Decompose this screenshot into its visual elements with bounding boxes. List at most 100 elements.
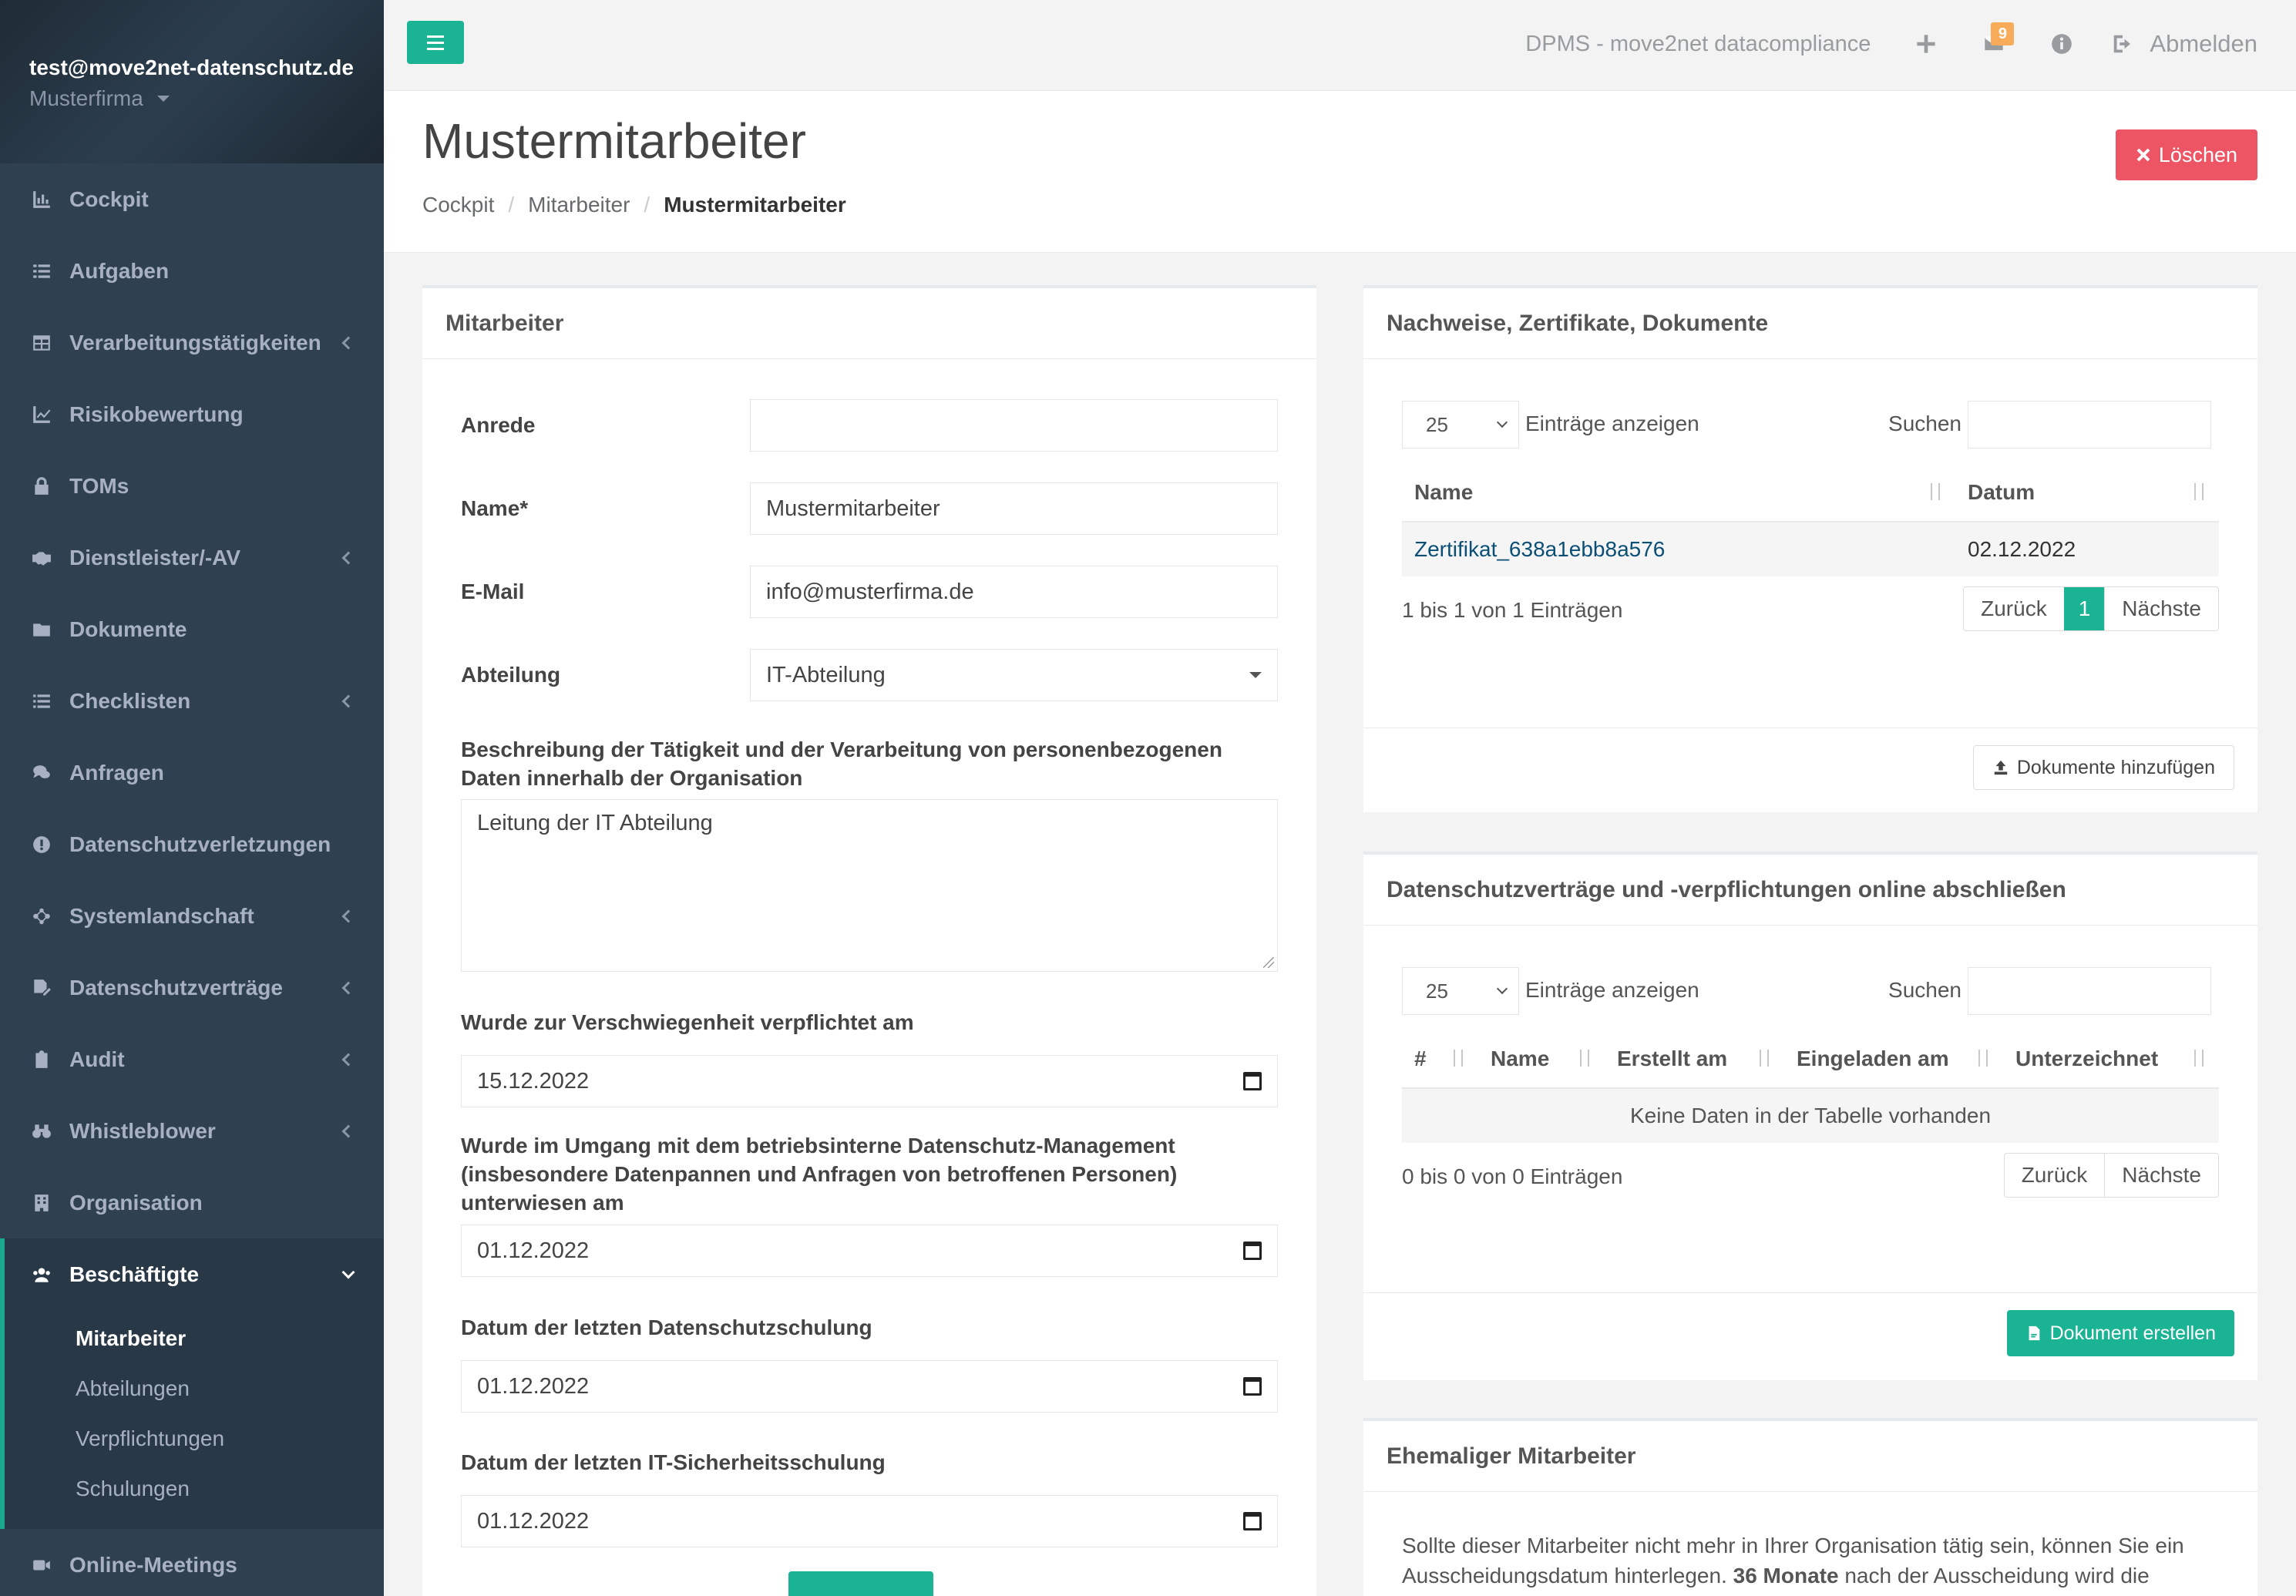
exclamation-circle-icon xyxy=(31,834,52,855)
calendar-icon[interactable] xyxy=(1243,1377,1262,1396)
logout-button[interactable]: Abmelden xyxy=(2111,30,2257,58)
sidebar-item-whistleblower[interactable]: Whistleblower xyxy=(0,1095,384,1167)
column-header-name[interactable]: Name xyxy=(1402,463,1955,522)
contracts-panel: Datenschutzverträge und -verpflichtungen… xyxy=(1363,852,2257,1380)
documents-search-input[interactable] xyxy=(1968,401,2211,449)
email-row: E-Mail info@musterfirma.de xyxy=(461,566,1278,618)
sidebar-item-cockpit[interactable]: Cockpit xyxy=(0,163,384,235)
chevron-left-icon xyxy=(341,336,355,349)
delete-button[interactable]: Löschen xyxy=(2115,129,2257,180)
resize-grip-icon[interactable] xyxy=(1263,957,1274,968)
sidebar-item-dienstleister-av[interactable]: Dienstleister/-AV xyxy=(0,522,384,593)
sidebar-item-checklisten[interactable]: Checklisten xyxy=(0,665,384,737)
sidebar-item-anfragen[interactable]: Anfragen xyxy=(0,737,384,808)
former-employee-text: Sollte dieser Mitarbeiter nicht mehr in … xyxy=(1402,1530,2219,1596)
sort-icon xyxy=(2190,483,2210,503)
table-row: Zertifikat_638a1ebb8a576 02.12.2022 xyxy=(1402,522,2219,576)
breadcrumb-current: Mustermitarbeiter xyxy=(664,193,846,217)
pagination-prev-button[interactable]: Zurück xyxy=(2005,1154,2105,1197)
messages-button[interactable]: 9 xyxy=(1975,22,2015,62)
sidebar-item-label: Anfragen xyxy=(69,760,164,785)
column-header-label: Unterzeichnet xyxy=(2015,1047,2159,1070)
company-name: Musterfirma xyxy=(29,86,143,110)
documents-info: 1 bis 1 von 1 Einträgen xyxy=(1402,598,1623,622)
contracts-search-input[interactable] xyxy=(1968,967,2211,1015)
sidebar-item-dokumente[interactable]: Dokumente xyxy=(0,593,384,665)
calendar-icon[interactable] xyxy=(1243,1072,1262,1090)
sidebar-item-label: Risikobewertung xyxy=(69,402,244,426)
department-select[interactable]: IT-Abteilung xyxy=(750,649,1278,701)
subnav-item[interactable]: Mitarbeiter xyxy=(5,1313,384,1363)
subnav-item[interactable]: Abteilungen xyxy=(5,1363,384,1413)
add-button[interactable] xyxy=(1908,25,1945,62)
email-input[interactable]: info@musterfirma.de xyxy=(750,566,1278,618)
column-header-name[interactable]: Name xyxy=(1478,1030,1605,1088)
sidebar-item-datenschutzverträge[interactable]: Datenschutzverträge xyxy=(0,952,384,1023)
breadcrumb-cockpit[interactable]: Cockpit xyxy=(422,193,494,217)
empty-table-message: Keine Daten in der Tabelle vorhanden xyxy=(1402,1089,2219,1143)
email-label: E-Mail xyxy=(461,580,525,603)
sign-out-icon xyxy=(2114,35,2131,53)
sidebar-item-audit[interactable]: Audit xyxy=(0,1023,384,1095)
sidebar-item-organisation[interactable]: Organisation xyxy=(0,1167,384,1238)
sidebar-item-verarbeitungstätigkeiten[interactable]: Verarbeitungstätigkeiten xyxy=(0,307,384,378)
security-training-date-input[interactable]: 01.12.2022 xyxy=(461,1495,1278,1547)
column-header-label: Datum xyxy=(1968,480,2035,504)
sidebar-item-risikobewertung[interactable]: Risikobewertung xyxy=(0,378,384,450)
column-header-number[interactable]: # xyxy=(1402,1030,1478,1088)
create-document-button[interactable]: Dokument erstellen xyxy=(2006,1310,2234,1356)
calendar-icon[interactable] xyxy=(1243,1242,1262,1260)
handshake-icon xyxy=(31,547,52,569)
name-input[interactable]: Mustermitarbeiter xyxy=(750,482,1278,535)
sidebar-item-label: Datenschutzverletzungen xyxy=(69,832,331,856)
contracts-panel-footer: Dokument erstellen xyxy=(1363,1292,2257,1380)
pagination-next-button[interactable]: Nächste xyxy=(2104,587,2218,630)
company-switcher[interactable]: Musterfirma xyxy=(29,86,384,111)
breadcrumb-mitarbeiter[interactable]: Mitarbeiter xyxy=(528,193,630,217)
add-documents-button[interactable]: Dokumente hinzufügen xyxy=(1972,745,2234,790)
column-header-signed[interactable]: Unterzeichnet xyxy=(2003,1030,2219,1088)
sidebar-item-label: Audit xyxy=(69,1047,125,1071)
pagination-next-button[interactable]: Nächste xyxy=(2104,1154,2218,1197)
sidebar-item-beschäftigte[interactable]: Beschäftigte xyxy=(0,1238,384,1310)
documents-length-select[interactable]: 25 xyxy=(1402,401,1519,449)
column-header-invited[interactable]: Eingeladen am xyxy=(1784,1030,2003,1088)
menu-toggle-button[interactable] xyxy=(407,21,464,64)
pagination-page-1[interactable]: 1 xyxy=(2063,587,2105,630)
contracts-table-header: # Name Erstellt am Eingeladen am Unterze… xyxy=(1402,1030,2219,1089)
info-button[interactable] xyxy=(2043,25,2080,62)
description-textarea[interactable]: Leitung der IT Abteilung xyxy=(461,799,1278,972)
document-link[interactable]: Zertifikat_638a1ebb8a576 xyxy=(1402,537,1955,562)
instruction-date-input[interactable]: 01.12.2022 xyxy=(461,1225,1278,1277)
sidebar-item-label: Datenschutzverträge xyxy=(69,975,283,1000)
sort-icon xyxy=(1449,1050,1469,1070)
privacy-training-date-input[interactable]: 01.12.2022 xyxy=(461,1360,1278,1413)
sidebar-item-label: Verarbeitungstätigkeiten xyxy=(69,330,321,354)
sidebar-item-systemlandschaft[interactable]: Systemlandschaft xyxy=(0,880,384,952)
calendar-icon[interactable] xyxy=(1243,1512,1262,1530)
subnav-item[interactable]: Schulungen xyxy=(5,1463,384,1514)
sidebar-item-datenschutzverletzungen[interactable]: Datenschutzverletzungen xyxy=(0,808,384,880)
contracts-length-select[interactable]: 25 xyxy=(1402,967,1519,1015)
contracts-length-label: Einträge anzeigen xyxy=(1525,978,1699,1002)
salutation-input[interactable] xyxy=(750,399,1278,452)
sidebar-item-label: Systemlandschaft xyxy=(69,903,254,928)
column-header-date[interactable]: Datum xyxy=(1955,463,2219,522)
confidentiality-date-input[interactable]: 15.12.2022 xyxy=(461,1055,1278,1107)
sidebar-item-online-meetings[interactable]: Online-Meetings xyxy=(0,1529,384,1596)
contracts-pagination: Zurück Nächste xyxy=(2003,1153,2219,1198)
privacy-training-label: Datum der letzten Datenschutzschulung xyxy=(461,1315,872,1339)
sidebar-item-aufgaben[interactable]: Aufgaben xyxy=(0,235,384,307)
delete-label: Löschen xyxy=(2158,143,2237,166)
info-circle-icon xyxy=(2052,34,2072,54)
column-header-label: Eingeladen am xyxy=(1797,1047,1949,1070)
documents-panel: Nachweise, Zertifikate, Dokumente 25 Ein… xyxy=(1363,285,2257,812)
save-button[interactable] xyxy=(788,1571,933,1596)
sidebar-item-label: Whistleblower xyxy=(69,1118,216,1143)
pagination-prev-button[interactable]: Zurück xyxy=(1964,587,2064,630)
subnav-item[interactable]: Verpflichtungen xyxy=(5,1413,384,1463)
sidebar-item-toms[interactable]: TOMs xyxy=(0,450,384,522)
contracts-search-label: Suchen xyxy=(1888,978,1962,1002)
sidebar-item-label: TOMs xyxy=(69,473,129,498)
column-header-created[interactable]: Erstellt am xyxy=(1605,1030,1784,1088)
